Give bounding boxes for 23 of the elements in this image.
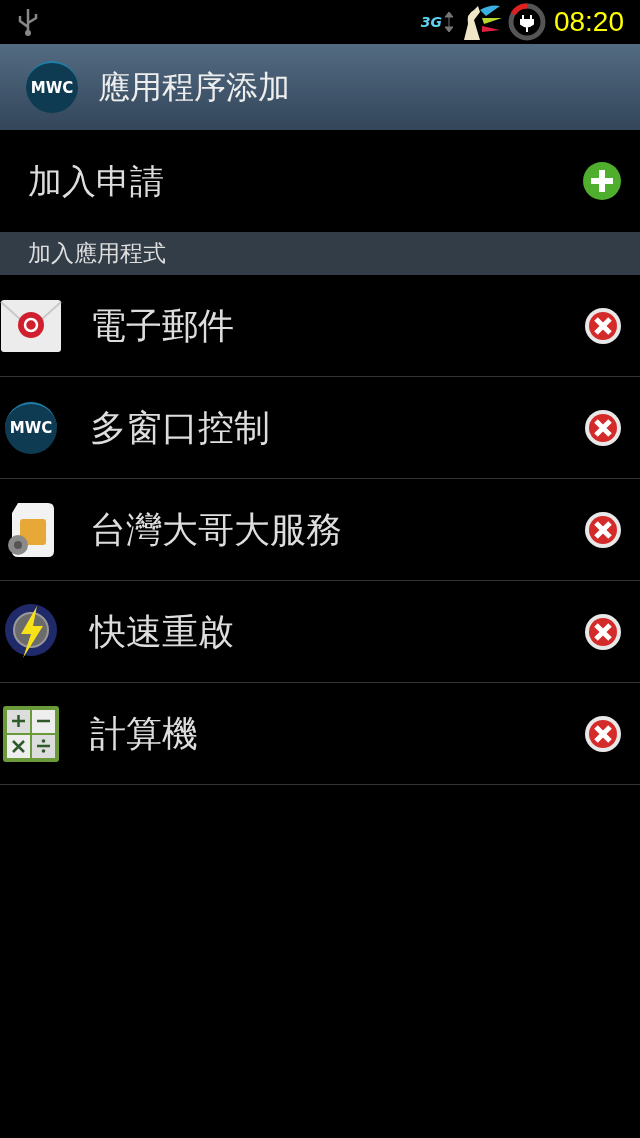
add-application-row[interactable]: 加入申請	[0, 130, 640, 232]
app-logo: MWC	[26, 61, 78, 113]
app-logo: MWC	[5, 401, 57, 454]
network-label: 3G	[420, 12, 442, 32]
clock-time: 08:20	[553, 5, 624, 39]
remove-icon[interactable]	[584, 408, 622, 447]
app-name: 快速重啟	[90, 609, 235, 654]
remove-icon[interactable]	[584, 612, 622, 651]
envelope-icon	[0, 298, 62, 353]
app-name: 多窗口控制	[90, 405, 271, 450]
battery-charging-icon	[507, 3, 546, 41]
usb-icon	[16, 7, 40, 37]
calculator-icon	[2, 704, 60, 763]
app-name: 計算機	[90, 711, 199, 756]
add-icon[interactable]	[582, 161, 622, 201]
screen-title: 應用程序添加	[98, 67, 290, 108]
app-name: 台灣大哥大服務	[90, 507, 343, 552]
app-name: 電子郵件	[90, 303, 235, 348]
section-title: 加入應用程式	[28, 239, 166, 269]
remove-icon[interactable]	[584, 306, 622, 345]
remove-icon[interactable]	[584, 714, 622, 753]
data-arrows-icon	[443, 10, 454, 34]
remove-icon[interactable]	[584, 510, 622, 549]
